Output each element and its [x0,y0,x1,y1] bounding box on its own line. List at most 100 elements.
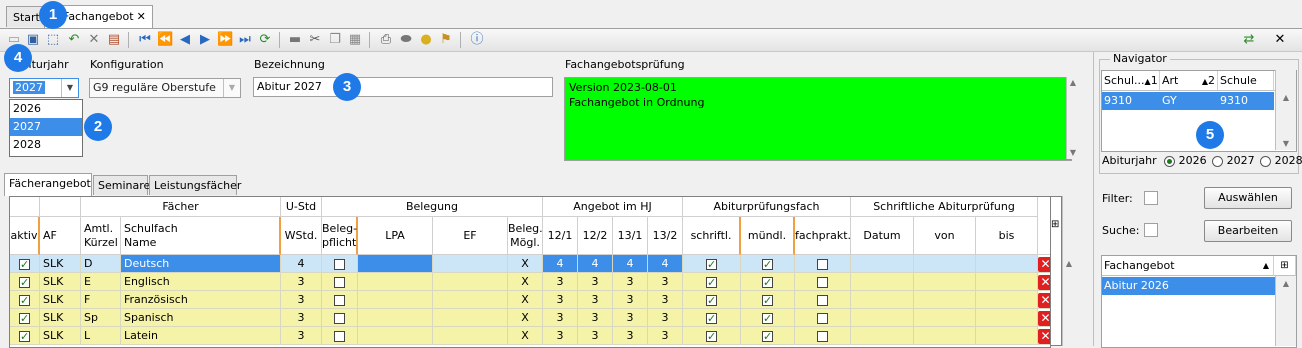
cell-ef[interactable] [433,327,508,345]
bearbeiten-button[interactable]: Bearbeiten [1204,220,1292,242]
radio-2026-label[interactable]: 2026 [1179,154,1207,167]
cut-icon[interactable]: ✂ [307,32,323,48]
cell-af[interactable]: SLK [40,327,81,345]
fachprakt-checkbox[interactable] [817,330,828,342]
col-header-muendl[interactable]: mündl. [741,217,795,255]
delete-row-icon[interactable]: ✕ [1038,329,1050,344]
bulb-icon[interactable]: ● [418,32,434,48]
cell-lpa[interactable] [358,291,433,309]
schriftl-checkbox[interactable] [706,310,717,326]
delete-row-icon[interactable]: ✕ [1038,275,1050,290]
scroll-up-icon[interactable]: ▲ [1280,92,1292,104]
table-row[interactable]: SLKDDeutsch4X4444✕ [10,255,1050,273]
aktiv-checkbox[interactable] [19,292,30,308]
help-icon[interactable]: ⓘ [469,32,485,48]
schriftl-checkbox[interactable] [706,274,717,290]
cell-belegmoegl[interactable]: X [508,291,543,309]
cell-af[interactable]: SLK [40,255,81,273]
close-panel-icon[interactable]: ✕ [1272,32,1288,48]
grid-scrollbar[interactable]: ▲ [1062,196,1077,346]
cell-hj-2[interactable]: 3 [613,309,648,327]
column-chooser-icon[interactable]: ⊞ [1274,256,1296,276]
cell-von[interactable] [914,309,976,327]
fachangebot-list-header[interactable]: Fachangebot ▲ [1102,256,1274,276]
copy-icon[interactable]: ❐ [327,32,343,48]
abiturjahr-select[interactable]: 2027 ▼ [9,78,79,98]
cell-hj-0[interactable]: 3 [543,273,578,291]
col-header-name[interactable]: Schulfach Name [121,217,281,255]
scroll-up-icon[interactable]: ▲ [1063,258,1075,270]
cell-wstd[interactable]: 4 [281,255,322,273]
cell-kuerzel[interactable]: D [81,255,121,273]
col-header-belegmoegl[interactable]: Beleg. Mögl. [508,217,543,255]
cell-von[interactable] [914,273,976,291]
chevron-down-icon[interactable]: ▼ [61,79,78,97]
cell-hj-1[interactable]: 3 [578,273,613,291]
radio-2028-label[interactable]: 2028 [1275,154,1302,167]
cell-bis[interactable] [976,273,1038,291]
cell-belegmoegl[interactable]: X [508,273,543,291]
belegpflicht-checkbox[interactable] [334,294,345,306]
cell-hj-0[interactable]: 4 [543,255,578,273]
cell-wstd[interactable]: 3 [281,309,322,327]
radio-2028[interactable] [1260,155,1272,167]
fachprakt-checkbox[interactable] [817,258,828,270]
col-header-fachprakt[interactable]: fachprakt. [795,217,851,255]
aktiv-checkbox[interactable] [19,256,30,272]
cell-hj-3[interactable]: 3 [648,309,683,327]
navigator-scrollbar[interactable]: ▲ ▼ [1275,70,1296,150]
delete-row-icon[interactable]: ✕ [1038,311,1050,326]
next-page-icon[interactable]: ⏩ [217,32,233,48]
nav-cell-art[interactable]: GY [1160,92,1218,110]
prev-icon[interactable]: ◀ [177,32,193,48]
table-row[interactable]: SLKLLatein3X3333✕ [10,327,1050,345]
col-header-hj-13-1[interactable]: 13/1 [613,217,648,255]
cell-bis[interactable] [976,291,1038,309]
cell-kuerzel[interactable]: Sp [81,309,121,327]
cell-hj-1[interactable]: 3 [578,327,613,345]
radio-2026[interactable] [1164,155,1176,167]
muendl-checkbox[interactable] [762,328,773,344]
cell-ef[interactable] [433,255,508,273]
col-header-ef[interactable]: EF [433,217,508,255]
cell-datum[interactable] [851,273,914,291]
cell-name[interactable]: Französisch [121,291,281,309]
cell-hj-3[interactable]: 3 [648,273,683,291]
cell-hj-3[interactable]: 3 [648,291,683,309]
fachprakt-checkbox[interactable] [817,312,828,324]
properties-icon[interactable]: ▤ [106,32,122,48]
aktiv-checkbox[interactable] [19,310,30,326]
scroll-up-icon[interactable]: ▲ [1280,278,1292,290]
chevron-down-icon[interactable]: ▼ [223,79,240,97]
col-header-datum[interactable]: Datum [851,217,914,255]
preview-icon[interactable]: ⬬ [398,32,414,48]
select-icon[interactable]: ⬚ [45,32,61,48]
table-row[interactable]: SLKEEnglisch3X3333✕ [10,273,1050,291]
bezeichnung-input[interactable]: Abitur 2027 [253,77,553,97]
next-icon[interactable]: ▶ [197,32,213,48]
muendl-checkbox[interactable] [762,274,773,290]
fachangebot-list-item[interactable]: Abitur 2026 [1102,277,1276,295]
cell-belegmoegl[interactable]: X [508,327,543,345]
sync-icon[interactable]: ⇄ [1241,32,1257,48]
cell-af[interactable]: SLK [40,291,81,309]
fachprakt-checkbox[interactable] [817,276,828,288]
col-header-lpa[interactable]: LPA [358,217,433,255]
cell-bis[interactable] [976,255,1038,273]
cell-lpa[interactable] [358,273,433,291]
close-tab-icon[interactable]: ✕ [137,10,146,23]
pruefung-scrollbar[interactable]: ▲ ▼ [1066,77,1081,159]
cell-hj-1[interactable]: 3 [578,291,613,309]
schriftl-checkbox[interactable] [706,292,717,308]
cell-name[interactable]: Spanisch [121,309,281,327]
scroll-down-icon[interactable]: ▼ [1067,147,1079,159]
cell-belegmoegl[interactable]: X [508,309,543,327]
scroll-down-icon[interactable]: ▼ [1280,138,1292,150]
save-icon[interactable]: ▣ [25,32,41,48]
nav-cell-schulnr[interactable]: 9310 [1102,92,1160,110]
cell-hj-1[interactable]: 3 [578,309,613,327]
tab-seminare[interactable]: Seminare [93,175,150,195]
fachangebot-list-scrollbar[interactable]: ▲ [1275,276,1296,346]
abiturjahr-option[interactable]: 2028 [10,136,82,154]
nav-col-schule[interactable]: Schule [1218,71,1274,91]
